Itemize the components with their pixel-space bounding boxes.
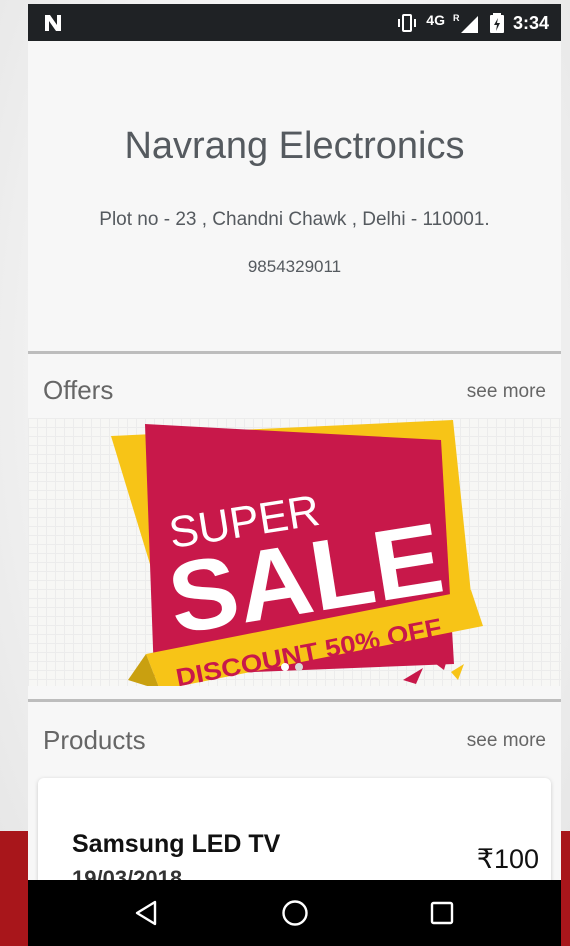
home-button[interactable] [278,896,312,930]
carousel-dot-active[interactable] [281,663,289,671]
product-name: Samsung LED TV [72,830,281,858]
carousel-dot[interactable] [295,663,303,671]
recents-icon [430,901,454,925]
products-see-more-link[interactable]: see more [467,730,546,752]
offers-see-more-link[interactable]: see more [467,381,546,403]
home-icon [282,900,308,926]
divider [28,699,561,702]
divider [28,351,561,354]
confetti-shape [451,664,464,680]
battery-charging-icon [489,13,504,33]
back-icon [135,900,157,926]
confetti-shape [403,668,423,684]
store-header: Navrang Electronics Plot no - 23 , Chand… [28,41,561,352]
phone-screen: 4G R 3:34 Navrang Electronics Plot no - … [28,4,561,946]
vibrate-icon [398,14,417,32]
status-bar: 4G R 3:34 [28,4,561,41]
signal-icon: R [453,13,478,33]
clock: 3:34 [512,12,549,33]
sale-banner-graphic: SUPER SALE DISCOUNT 50% OFF [111,420,483,686]
offers-title: Offers [43,375,114,405]
back-button[interactable] [129,896,163,930]
store-address: Plot no - 23 , Chandni Chawk , Delhi - 1… [99,209,490,230]
navigation-bar [28,880,561,946]
store-name: Navrang Electronics [124,125,465,167]
products-title: Products [43,725,146,755]
app-logo-icon [45,15,61,31]
offers-banner[interactable]: SUPER SALE DISCOUNT 50% OFF [28,418,561,686]
recents-button[interactable] [425,896,459,930]
product-price: ₹100 [476,844,539,874]
carousel-indicator [281,663,303,671]
network-type: 4G [426,12,445,28]
roaming-indicator: R [453,13,460,23]
status-indicators: 4G R 3:34 [396,11,549,35]
store-phone[interactable]: 9854329011 [28,257,561,277]
